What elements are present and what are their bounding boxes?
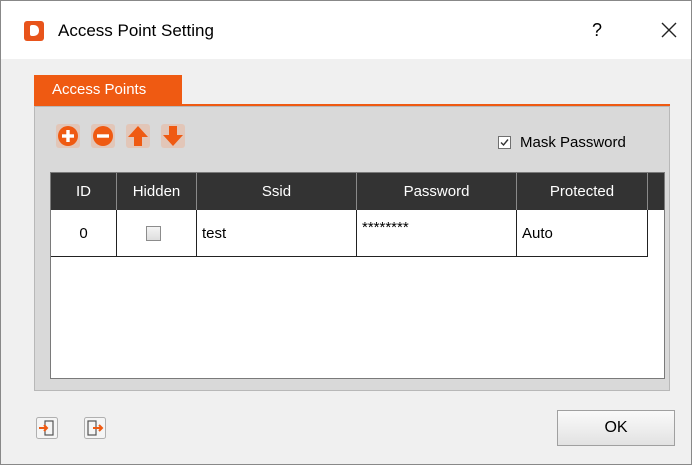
- cell-protected[interactable]: Auto: [517, 210, 648, 257]
- table-row[interactable]: 0 test ******** Auto: [51, 210, 648, 257]
- access-point-setting-dialog: Access Point Setting ? Access Points Mas…: [0, 0, 692, 465]
- column-header-protected[interactable]: Protected: [517, 173, 648, 210]
- cell-ssid[interactable]: test: [197, 210, 357, 257]
- column-header-password[interactable]: Password: [357, 173, 517, 210]
- app-logo-icon: [24, 21, 44, 41]
- move-down-button[interactable]: [161, 124, 185, 148]
- cell-id[interactable]: 0: [51, 210, 117, 257]
- export-icon: [84, 417, 106, 439]
- ok-button[interactable]: OK: [557, 410, 675, 446]
- hidden-checkbox[interactable]: [146, 226, 161, 241]
- import-button[interactable]: [36, 417, 58, 439]
- window-title: Access Point Setting: [58, 21, 214, 40]
- mask-password-label: Mask Password: [520, 133, 626, 151]
- access-points-table: ID Hidden Ssid Password Protected 0 test…: [50, 172, 665, 379]
- remove-button[interactable]: [91, 124, 115, 148]
- add-button[interactable]: [56, 124, 80, 148]
- import-icon: [36, 417, 58, 439]
- tab-access-points[interactable]: Access Points: [34, 75, 182, 105]
- cell-hidden[interactable]: [117, 210, 197, 257]
- export-button[interactable]: [84, 417, 106, 439]
- move-up-icon: [126, 124, 150, 148]
- title-bar: Access Point Setting ?: [1, 1, 691, 59]
- mask-password-toggle[interactable]: Mask Password: [498, 132, 626, 152]
- close-button[interactable]: [654, 15, 684, 45]
- help-button[interactable]: ?: [582, 17, 612, 43]
- column-header-ssid[interactable]: Ssid: [197, 173, 357, 210]
- checkmark-icon: [500, 138, 509, 146]
- column-header-id[interactable]: ID: [51, 173, 117, 210]
- add-icon: [56, 124, 80, 148]
- move-down-icon: [161, 124, 185, 148]
- cell-password[interactable]: ********: [357, 210, 517, 257]
- mask-password-checkbox[interactable]: [498, 135, 511, 149]
- table-header: ID Hidden Ssid Password Protected: [51, 173, 664, 210]
- move-up-button[interactable]: [126, 124, 150, 148]
- column-header-hidden[interactable]: Hidden: [117, 173, 197, 210]
- remove-icon: [91, 124, 115, 148]
- close-icon: [661, 22, 677, 38]
